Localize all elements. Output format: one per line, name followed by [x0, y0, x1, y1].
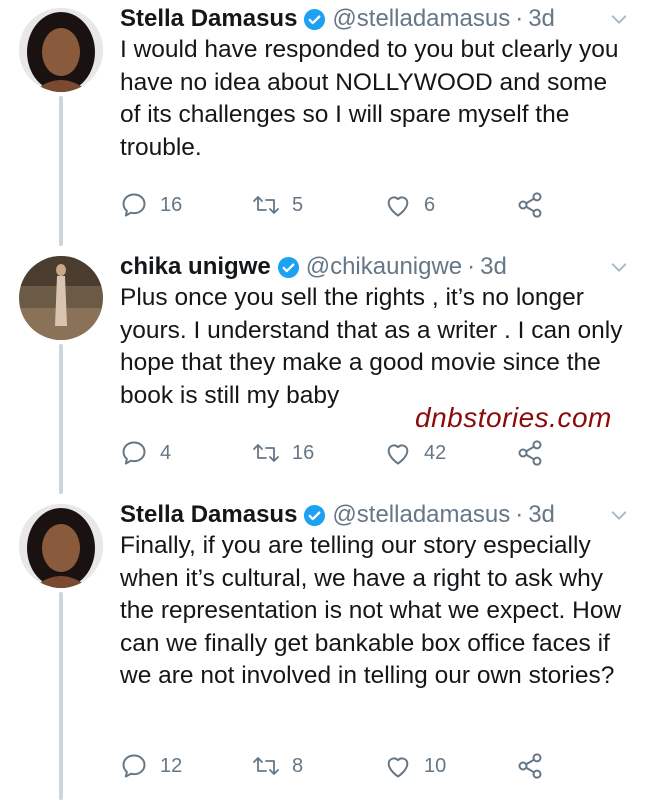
user-handle[interactable]: @stelladamasus [332, 5, 510, 33]
retweet-count: 16 [292, 441, 315, 464]
share-button[interactable] [516, 436, 556, 470]
reply-count: 4 [160, 441, 172, 464]
reply-icon [122, 441, 146, 465]
like-count: 10 [424, 754, 447, 777]
separator-dot: · [515, 5, 524, 32]
like-button[interactable]: 42 [384, 436, 446, 470]
like-button[interactable]: 10 [384, 749, 446, 783]
display-name[interactable]: Stella Damasus [120, 5, 297, 33]
tweet-actions: 16 5 6 [120, 188, 630, 222]
watermark-text: dnbstories.com [415, 402, 612, 433]
like-count: 6 [424, 193, 436, 216]
retweet-button[interactable]: 16 [252, 436, 314, 470]
tweet-actions: 12 8 10 [120, 749, 630, 783]
retweet-button[interactable]: 5 [252, 188, 303, 222]
retweet-button[interactable]: 8 [252, 749, 303, 783]
reply-count: 16 [160, 193, 183, 216]
verified-badge-icon [304, 8, 326, 30]
display-name[interactable]: chika unigwe [120, 253, 271, 281]
retweet-icon [253, 757, 279, 775]
like-icon [387, 444, 409, 465]
timestamp[interactable]: 3d [528, 501, 555, 529]
retweet-count: 5 [292, 193, 304, 216]
reply-button[interactable]: 4 [120, 436, 171, 470]
like-icon [387, 757, 409, 778]
tweet[interactable]: Stella Damasus @stelladamasus · 3d I wou… [0, 0, 648, 245]
share-icon [518, 192, 542, 218]
share-button[interactable] [516, 749, 556, 783]
chevron-down-icon[interactable] [608, 256, 630, 278]
display-name[interactable]: Stella Damasus [120, 501, 297, 529]
tweet[interactable]: chika unigwe @chikaunigwe · 3d Plus once… [0, 248, 648, 493]
verified-badge-icon [304, 504, 326, 526]
verified-badge-icon [277, 256, 299, 278]
tweet-text: Finally, if you are telling our story es… [120, 532, 622, 689]
share-button[interactable] [516, 188, 556, 222]
retweet-icon [253, 196, 279, 214]
avatar[interactable] [19, 8, 103, 92]
like-count: 42 [424, 441, 447, 464]
tweet-text: I would have responded to you but clearl… [120, 36, 619, 161]
reply-button[interactable]: 12 [120, 749, 182, 783]
chevron-down-icon[interactable] [608, 8, 630, 30]
like-icon [387, 196, 409, 217]
separator-dot: · [515, 501, 524, 528]
chevron-down-icon[interactable] [608, 504, 630, 526]
tweet-actions: 4 16 42 [120, 436, 630, 470]
reply-count: 12 [160, 754, 183, 777]
retweet-count: 8 [292, 754, 304, 777]
user-handle[interactable]: @stelladamasus [332, 501, 510, 529]
retweet-icon [253, 444, 279, 462]
separator-dot: · [467, 253, 476, 280]
tweet-text: Plus once you sell the rights , it’s no … [120, 284, 623, 409]
reply-button[interactable]: 16 [120, 188, 182, 222]
share-icon [518, 440, 542, 466]
tweet[interactable]: Stella Damasus @stelladamasus · 3d Final… [0, 496, 648, 800]
reply-icon [122, 754, 146, 778]
avatar[interactable] [19, 256, 103, 340]
avatar[interactable] [19, 504, 103, 588]
timestamp[interactable]: 3d [528, 5, 555, 33]
share-icon [518, 753, 542, 779]
like-button[interactable]: 6 [384, 188, 435, 222]
reply-icon [122, 193, 146, 217]
timestamp[interactable]: 3d [480, 253, 507, 281]
user-handle[interactable]: @chikaunigwe [306, 253, 462, 281]
